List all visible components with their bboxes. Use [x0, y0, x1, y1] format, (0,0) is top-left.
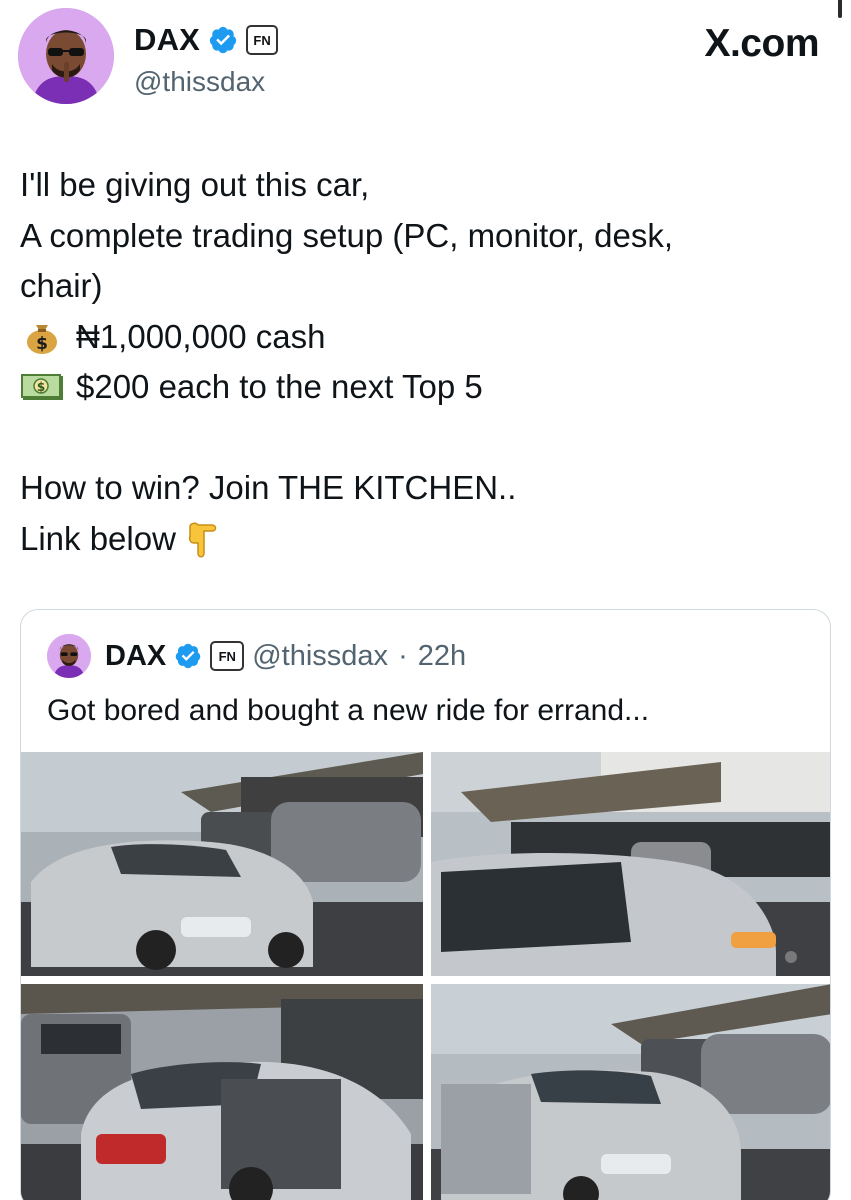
tweet-line-link: Link below [20, 514, 820, 565]
scroll-indicator[interactable] [838, 0, 842, 18]
tweet-line: A complete trading setup (PC, monitor, d… [20, 216, 673, 254]
tweet-line-prize-text: $200 each to the next Top 5 [76, 368, 483, 405]
quoted-display-name[interactable]: DAX [105, 640, 166, 673]
money-bag-icon: $ [27, 324, 57, 354]
affiliate-badge[interactable]: FN [246, 25, 279, 55]
tweet-line: How to win? Join THE KITCHEN.. [20, 469, 517, 506]
svg-text:$: $ [36, 334, 48, 354]
avatar[interactable] [18, 8, 114, 104]
svg-text:$: $ [37, 380, 45, 394]
verified-badge-icon [209, 26, 237, 54]
photo-2[interactable] [431, 752, 830, 976]
quoted-tweet-text: Got bored and bought a new ride for erra… [47, 694, 650, 727]
tweet-header: DAX FN @thissdax X.com [18, 8, 833, 108]
photo-3[interactable] [21, 984, 423, 1200]
tweet-text: I'll be giving out this car, A complete … [20, 160, 820, 564]
quoted-avatar[interactable] [47, 634, 91, 678]
x-brand-label: X.com [704, 22, 819, 65]
tweet-line: I'll be giving out this car, [20, 166, 370, 203]
verified-badge-icon [175, 643, 201, 669]
author-display-name[interactable]: DAX [134, 22, 200, 58]
tweet-line-link-text: Link below [20, 519, 176, 557]
author-handle[interactable]: @thissdax [134, 66, 265, 98]
backhand-index-pointing-down-icon [188, 522, 217, 558]
author-name-row: DAX FN [134, 22, 279, 58]
tweet-line-cash-text: ₦1,000,000 cash [76, 317, 326, 355]
photo-grid [21, 752, 830, 1200]
quoted-timestamp[interactable]: 22h [418, 640, 466, 673]
tweet-line-prize: $ $200 each to the next Top 5 [20, 362, 820, 413]
quoted-handle[interactable]: @thissdax [252, 640, 388, 673]
quoted-tweet-card[interactable]: DAX FN @thissdax · 22h Got bored and bou… [20, 609, 831, 1200]
photo-4[interactable] [431, 984, 830, 1200]
quoted-affiliate-badge[interactable]: FN [210, 641, 245, 671]
quoted-separator: · [398, 639, 408, 672]
dollar-banknote-icon: $ [21, 374, 63, 401]
photo-1[interactable] [21, 752, 423, 976]
tweet-line: chair) [20, 267, 103, 304]
quoted-tweet-header: DAX FN @thissdax · 22h [47, 634, 466, 678]
tweet-line-cash: $ ₦1,000,000 cash [20, 312, 820, 363]
